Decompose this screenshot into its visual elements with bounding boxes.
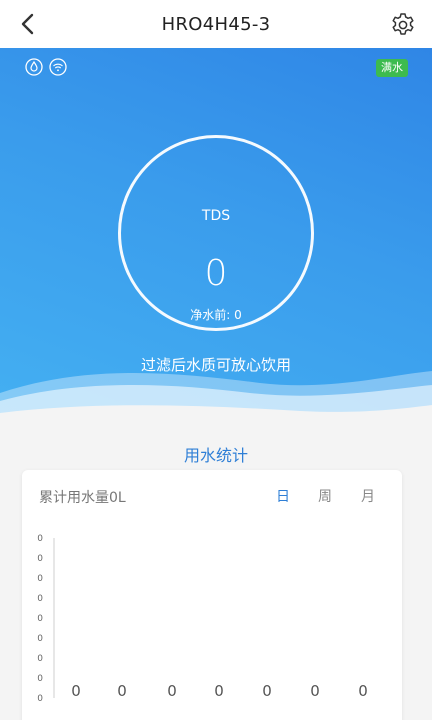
y-tick-label: 0 — [37, 534, 43, 544]
bar-value-label: 0 — [71, 682, 81, 700]
gear-icon[interactable] — [390, 12, 416, 38]
status-badge: 满水 — [376, 59, 408, 77]
water-drop-icon — [25, 58, 43, 76]
tds-panel: 满水 TDS 0 净水前: 0 过滤后水质可放心饮用 — [0, 48, 432, 423]
bar-value-label: 0 — [167, 682, 177, 700]
tab-month[interactable]: 月 — [361, 486, 375, 506]
tds-ring: TDS 0 净水前: 0 — [118, 135, 314, 331]
y-tick-label: 0 — [37, 634, 43, 644]
y-tick-label: 0 — [37, 674, 43, 684]
y-tick-label: 0 — [37, 554, 43, 564]
y-tick-label: 0 — [37, 614, 43, 624]
bar-value-label: 0 — [310, 682, 320, 700]
total-usage: 累计用水量0L — [39, 490, 126, 506]
bar-value-label: 0 — [358, 682, 368, 700]
page-title: HRO4H45-3 — [161, 14, 271, 35]
usage-chart: 0 0 0 0 0 0 0 0 0 0 0 0 0 0 0 0 — [37, 534, 368, 704]
tds-value: 0 — [204, 253, 228, 294]
tab-day[interactable]: 日 — [276, 486, 290, 506]
wifi-icon — [49, 58, 67, 76]
tds-before-value: 净水前: 0 — [190, 308, 242, 322]
bar-value-label: 0 — [262, 682, 272, 700]
usage-card: 累计用水量0L 日 周 月 0 0 0 0 0 0 0 0 0 0 0 0 0 0 0 0 — [22, 470, 402, 720]
y-tick-label: 0 — [37, 574, 43, 584]
wave-decoration — [0, 371, 432, 423]
tab-week[interactable]: 周 — [318, 486, 332, 506]
bar-value-label: 0 — [214, 682, 224, 700]
y-tick-label: 0 — [37, 694, 43, 704]
y-tick-label: 0 — [37, 594, 43, 604]
tds-label: TDS — [201, 208, 231, 224]
usage-stats-title: 用水统计 — [183, 446, 248, 465]
bar-value-label: 0 — [117, 682, 127, 700]
top-nav-bar: HRO4H45-3 — [0, 0, 432, 48]
y-tick-label: 0 — [37, 654, 43, 664]
status-icons — [25, 58, 67, 76]
